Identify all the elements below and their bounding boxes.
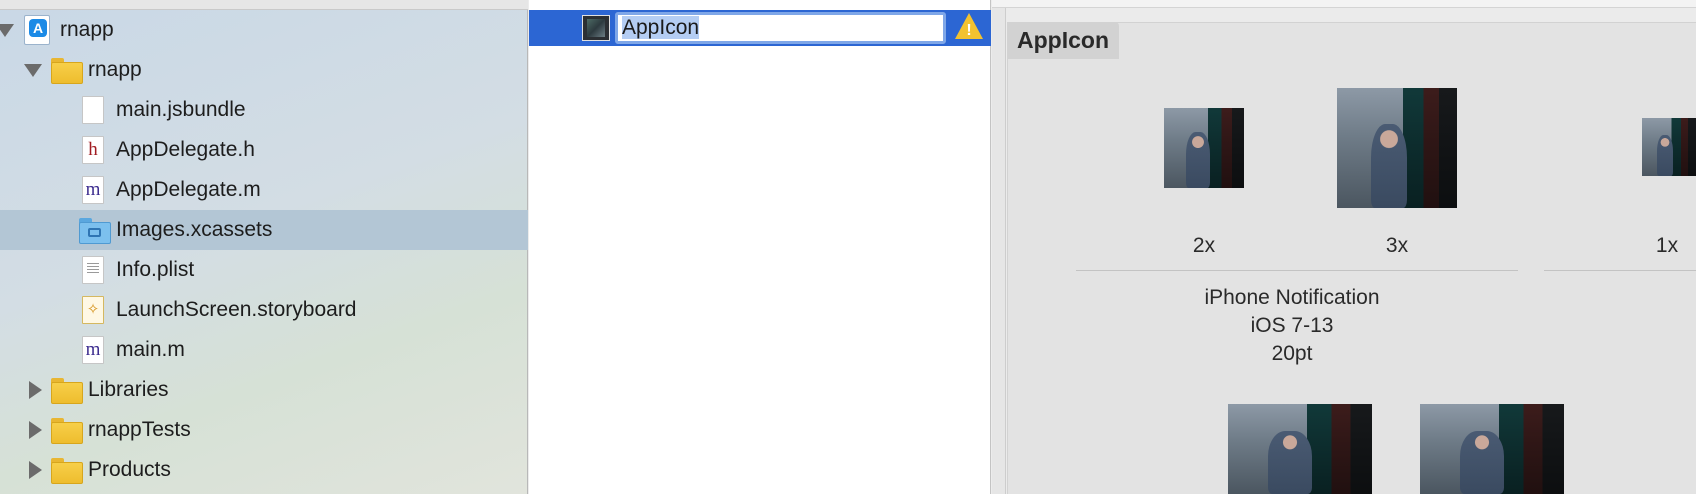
detail-gutter	[992, 8, 1006, 494]
xcode-project-icon	[24, 15, 50, 45]
nav-item-label: main.m	[116, 338, 185, 361]
navigator-top-border	[0, 0, 528, 10]
disclosure-collapsed-icon[interactable]	[26, 381, 44, 399]
storyboard-file-icon: ✧	[82, 296, 104, 324]
nav-item-label: Products	[88, 458, 171, 481]
nav-item-label: Info.plist	[116, 258, 195, 281]
asset-catalog-icon	[79, 218, 111, 244]
disclosure-collapsed-icon[interactable]	[26, 421, 44, 439]
asset-row-appicon[interactable]: AppIcon !	[529, 10, 991, 46]
appicon-thumbnail-icon	[582, 15, 610, 41]
disclosure-expanded-icon[interactable]	[24, 61, 42, 79]
nav-item-label: LaunchScreen.storyboard	[116, 298, 357, 321]
nav-item-products[interactable]: Products	[0, 450, 528, 490]
nav-item-images-xcassets[interactable]: Images.xcassets	[0, 210, 528, 250]
group-divider	[1544, 270, 1696, 271]
disclosure-collapsed-icon[interactable]	[26, 461, 44, 479]
disclosure-expanded-icon[interactable]	[0, 21, 14, 39]
nav-item-main-m[interactable]: m main.m	[0, 330, 528, 370]
group-title-size: 20pt	[1271, 342, 1313, 365]
project-navigator: rnapp rnapp main.jsbundle h AppDelegate.…	[0, 0, 528, 494]
detail-top-border	[992, 0, 1696, 8]
nav-item-launchscreen-storyboard[interactable]: ✧ LaunchScreen.storyboard	[0, 290, 528, 330]
nav-item-label: rnapp	[88, 58, 142, 81]
icon-slot-row2-2x[interactable]	[1228, 404, 1372, 494]
warning-triangle-icon[interactable]: !	[953, 12, 985, 44]
nav-item-appdelegate-m[interactable]: m AppDelegate.m	[0, 170, 528, 210]
group-title-os: iOS 7-13	[1250, 314, 1334, 337]
asset-detail-pane: AppIcon 2x 3x 1x iPhone Notification iOS…	[992, 0, 1696, 494]
nav-item-main-jsbundle[interactable]: main.jsbundle	[0, 90, 528, 130]
folder-icon	[51, 418, 83, 444]
scale-label-1x: 1x	[1655, 234, 1679, 257]
scale-label-2x: 2x	[1192, 234, 1216, 257]
nav-item-label: rnapp	[60, 18, 114, 41]
asset-name-field[interactable]: AppIcon	[615, 12, 946, 44]
icon-slot-2x[interactable]	[1164, 108, 1244, 188]
nav-item-label: Images.xcassets	[116, 218, 273, 241]
nav-item-info-plist[interactable]: Info.plist	[0, 250, 528, 290]
icon-slot-row2-3x[interactable]	[1420, 404, 1564, 494]
nav-item-project-rnapp[interactable]: rnapp	[0, 10, 528, 50]
nav-item-rnapptests[interactable]: rnappTests	[0, 410, 528, 450]
header-file-icon: h	[82, 136, 104, 164]
plist-file-icon	[82, 256, 104, 284]
objc-file-icon: m	[82, 176, 104, 204]
scale-label-3x: 3x	[1385, 234, 1409, 257]
nav-item-label: main.jsbundle	[116, 98, 246, 121]
plain-file-icon	[82, 96, 104, 124]
group-title-device: iPhone Notification	[1204, 286, 1380, 309]
nav-item-label: Libraries	[88, 378, 169, 401]
icon-slot-1x[interactable]	[1642, 118, 1696, 176]
icon-slot-3x[interactable]	[1337, 88, 1457, 208]
folder-icon	[51, 378, 83, 404]
folder-icon	[51, 58, 83, 84]
nav-item-label: rnappTests	[88, 418, 191, 441]
nav-item-libraries[interactable]: Libraries	[0, 370, 528, 410]
nav-item-label: AppDelegate.m	[116, 178, 261, 201]
nav-item-appdelegate-h[interactable]: h AppDelegate.h	[0, 130, 528, 170]
folder-icon	[51, 458, 83, 484]
group-divider	[1076, 270, 1518, 271]
asset-name-text: AppIcon	[622, 16, 700, 39]
objc-file-icon: m	[82, 336, 104, 364]
nav-item-label: AppDelegate.h	[116, 138, 255, 161]
nav-item-group-rnapp[interactable]: rnapp	[0, 50, 528, 90]
asset-list-pane: AppIcon !	[529, 0, 991, 494]
icon-set-title: AppIcon	[1007, 22, 1119, 59]
